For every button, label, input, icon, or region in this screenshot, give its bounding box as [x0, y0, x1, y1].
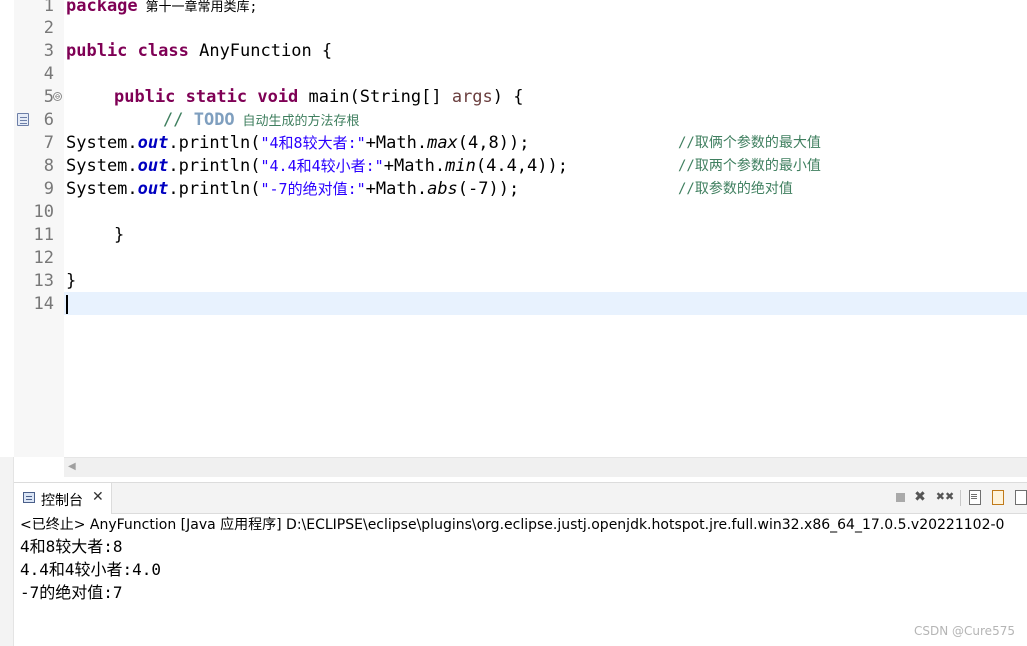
- keyword: void: [257, 87, 299, 107]
- method-signature: main(String[]: [298, 87, 452, 107]
- code-token: +Math.: [365, 133, 428, 153]
- line-number: 3: [43, 41, 54, 61]
- static-field: out: [137, 133, 169, 153]
- code-line-9: System.out.println("-7的绝对值:"+Math.abs(-7…: [66, 178, 519, 201]
- string-literal: "4和8较大者:": [260, 134, 366, 152]
- remove-all-launches-button[interactable]: ✖✖: [935, 489, 955, 505]
- code-token: .println(: [168, 179, 261, 199]
- code-token: System.: [66, 133, 138, 153]
- fold-collapse-icon[interactable]: ⊖: [53, 92, 62, 101]
- toolbar-separator: [960, 490, 961, 506]
- keyword: class: [137, 41, 189, 61]
- line-number: 5: [43, 87, 54, 107]
- string-literal: "4.4和4较小者:": [260, 157, 384, 175]
- console-output-line: 4.4和4较小者:4.0: [20, 560, 162, 579]
- close-tab-icon[interactable]: ✕: [92, 489, 104, 505]
- code-line-5: public static void main(String[] args) {: [114, 86, 524, 109]
- code-editor[interactable]: 1 2 3 4 5 6 7 8 9 10 11 12 13 14 ⊖ packa…: [0, 0, 1027, 457]
- comment: //: [163, 110, 194, 130]
- code-token: +Math.: [365, 179, 428, 199]
- line-number: 1: [43, 0, 54, 16]
- method-signature-end: ) {: [492, 87, 524, 107]
- code-token: .println(: [168, 156, 261, 176]
- class-declaration: AnyFunction {: [188, 41, 333, 61]
- package-name: 第十一章常用类库;: [137, 0, 258, 15]
- code-line-13: }: [66, 271, 77, 291]
- static-method: min: [445, 156, 476, 176]
- code-token: +Math.: [383, 156, 446, 176]
- display-selected-console-button[interactable]: [1013, 489, 1027, 505]
- task-marker-icon[interactable]: [17, 113, 29, 126]
- horizontal-scrollbar[interactable]: ◀: [64, 457, 1027, 477]
- watermark: CSDN @Cure575: [914, 624, 1015, 638]
- tab-console-label: 控制台: [41, 493, 83, 509]
- code-token: (4.4,4));: [475, 156, 568, 176]
- line-number: 14: [33, 294, 54, 314]
- clear-console-button[interactable]: [967, 489, 983, 505]
- code-line-11: }: [114, 225, 125, 245]
- keyword: package: [66, 0, 138, 16]
- keyword: static: [185, 87, 248, 107]
- keyword: public: [114, 87, 176, 107]
- line-comment: //取两个参数的最小值: [678, 158, 821, 174]
- line-number: 8: [43, 156, 54, 176]
- string-literal: "-7的绝对值:": [260, 180, 366, 198]
- code-line-1: package 第十一章常用类库;: [66, 0, 257, 18]
- code-token: (-7));: [457, 179, 520, 199]
- console-tab-bar: 控制台 ✕ ✖ ✖✖: [14, 483, 1027, 514]
- line-number: 13: [33, 271, 54, 291]
- line-comment: //取俩个参数的最大值: [678, 135, 821, 151]
- line-number-ruler: 1 2 3 4 5 6 7 8 9 10 11 12 13 14: [14, 0, 64, 457]
- console-view[interactable]: 控制台 ✕ ✖ ✖✖ <已终止> AnyFunction [Java 应用程序]…: [14, 482, 1027, 646]
- line-number: 12: [33, 248, 54, 268]
- line-number: 9: [43, 179, 54, 199]
- console-output-line: 4和8较大者:8: [20, 537, 123, 556]
- static-field: out: [137, 179, 169, 199]
- line-number: 11: [33, 225, 54, 245]
- static-field: out: [137, 156, 169, 176]
- line-number: 4: [43, 64, 54, 84]
- code-text-area[interactable]: package 第十一章常用类库; public class AnyFuncti…: [66, 0, 1027, 457]
- code-line-3: public class AnyFunction {: [66, 40, 332, 63]
- line-comment: //取参数的绝对值: [678, 181, 793, 197]
- keyword: public: [66, 41, 128, 61]
- code-line-7: System.out.println("4和8较大者:"+Math.max(4,…: [66, 132, 529, 155]
- console-output-line: -7的绝对值:7: [20, 583, 123, 602]
- static-method: abs: [427, 179, 458, 199]
- comment-text: 自动生成的方法存根: [234, 114, 360, 129]
- code-token: System.: [66, 179, 138, 199]
- code-token: System.: [66, 156, 138, 176]
- code-line-8: System.out.println("4.4和4较小者:"+Math.min(…: [66, 155, 568, 178]
- static-method: max: [427, 133, 458, 153]
- text-caret: [66, 295, 68, 314]
- parameter-name: args: [451, 87, 493, 107]
- todo-tag: TODO: [193, 110, 235, 130]
- tab-console[interactable]: 控制台 ✕: [14, 483, 112, 514]
- line-number: 10: [33, 202, 54, 222]
- terminate-button[interactable]: [893, 489, 909, 505]
- console-process-label: <已终止> AnyFunction [Java 应用程序] D:\ECLIPSE…: [20, 517, 1005, 533]
- code-token: (4,8));: [457, 133, 530, 153]
- console-icon: [23, 492, 35, 503]
- pin-console-button[interactable]: [990, 489, 1006, 505]
- line-number: 7: [43, 133, 54, 153]
- scroll-left-arrow-icon[interactable]: ◀: [68, 461, 76, 472]
- remove-launch-button[interactable]: ✖: [912, 489, 928, 505]
- line-number: 2: [43, 18, 54, 38]
- code-line-6: // TODO 自动生成的方法存根: [163, 109, 360, 132]
- code-token: .println(: [168, 133, 261, 153]
